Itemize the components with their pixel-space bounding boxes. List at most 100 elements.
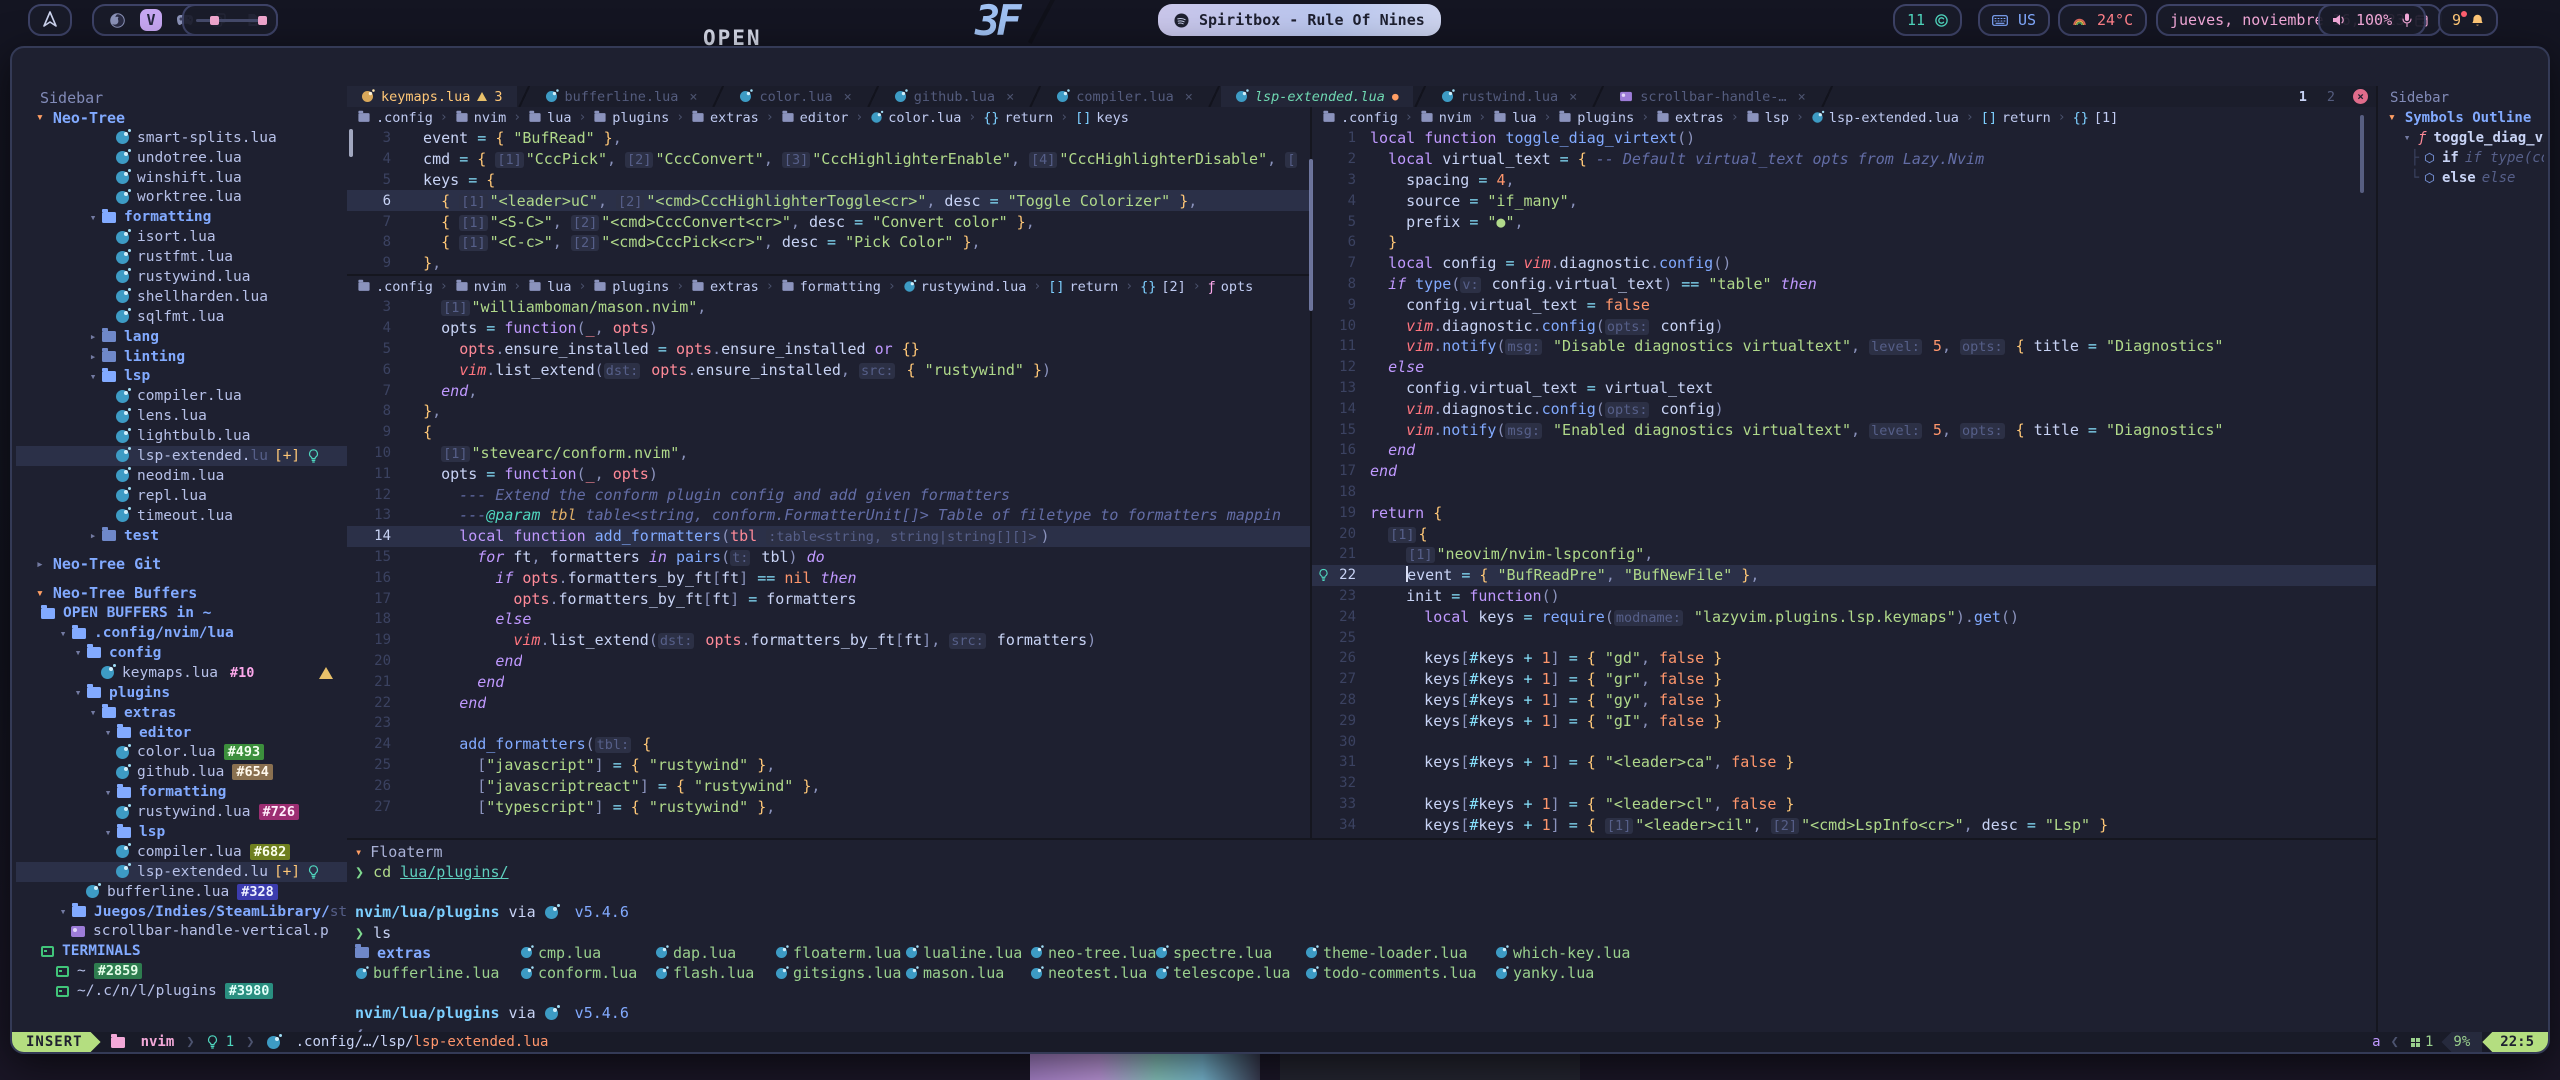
code-line[interactable]: 33 keys[#keys + 1] = { "<leader>cl", fal…: [1312, 794, 2376, 815]
tab-compiler-lua[interactable]: compiler.lua×: [1042, 86, 1207, 107]
breadcrumb-item[interactable]: editor: [781, 110, 849, 126]
code-line[interactable]: 9 config.virtual_text = false: [1312, 294, 2376, 315]
code-line[interactable]: 17 opts.formatters_by_ft[ft] = formatter…: [347, 588, 1310, 609]
breadcrumb-item[interactable]: []keys: [1075, 110, 1129, 126]
code-line[interactable]: 1local function toggle_diag_virtext(): [1312, 128, 2376, 149]
code-line[interactable]: 14 local function add_formatters(tbl :ta…: [347, 526, 1310, 547]
breadcrumb-item[interactable]: lua: [528, 110, 571, 126]
breadcrumb-item[interactable]: lsp-extended.lua: [1811, 110, 1959, 126]
code-line[interactable]: 11 opts = function(_, opts): [347, 463, 1310, 484]
tree-item[interactable]: smart-splits.lua: [16, 128, 347, 148]
symbol-item[interactable]: └elseelse: [2378, 168, 2544, 188]
breadcrumb-item[interactable]: .config: [1322, 110, 1398, 126]
code-line[interactable]: 28 keys[#keys + 1] = { "gy", false }: [1312, 690, 2376, 711]
breadcrumb-item[interactable]: rustywind.lua: [903, 279, 1027, 295]
code-line[interactable]: 23 init = function(): [1312, 586, 2376, 607]
code-line[interactable]: 5 opts.ensure_installed = opts.ensure_in…: [347, 339, 1310, 360]
tree-item[interactable]: ▸test: [16, 526, 347, 546]
code-line[interactable]: 12 --- Extend the conform plugin config …: [347, 484, 1310, 505]
code-line[interactable]: 27 ["typescript"] = { "rustywind" },: [347, 796, 1310, 817]
breadcrumb-item[interactable]: {}[1]: [2073, 110, 2119, 126]
code-line[interactable]: 15 for ft, formatters in pairs(t: tbl) d…: [347, 547, 1310, 568]
tab-close-icon[interactable]: ×: [844, 89, 852, 105]
tree-item[interactable]: rustywind.lua: [16, 267, 347, 287]
code-line[interactable]: 6 { [1]"<leader>uC", [2]"<cmd>CccHighlig…: [347, 190, 1310, 211]
code-line[interactable]: 7 { [1]"<S-C>", [2]"<cmd>CccConvert<cr>"…: [347, 211, 1310, 232]
slider-mark[interactable]: [258, 16, 267, 25]
code-line[interactable]: 16 if opts.formatters_by_ft[ft] == nil t…: [347, 567, 1310, 588]
tree-item[interactable]: ▸lang: [16, 327, 347, 347]
code-line[interactable]: 6 vim.list_extend(dst: opts.ensure_insta…: [347, 359, 1310, 380]
symbol-item[interactable]: ├ifif type(config.vi: [2378, 148, 2544, 168]
code-line[interactable]: 25: [1312, 627, 2376, 648]
music-widget[interactable]: Spiritbox - Rule Of Nines: [1158, 4, 1441, 36]
tree-item[interactable]: ▾formatting: [16, 782, 347, 802]
tree-item[interactable]: ▾.config/nvim/lua: [16, 623, 347, 643]
code-line[interactable]: 10 [1]"stevearc/conform.nvim",: [347, 443, 1310, 464]
tree-item[interactable]: lens.lua: [16, 406, 347, 426]
tab-github-lua[interactable]: github.lua×: [880, 86, 1028, 107]
tree-item[interactable]: sqlfmt.lua: [16, 307, 347, 327]
breadcrumb-item[interactable]: color.lua: [870, 110, 961, 126]
tree-item[interactable]: ▾Juegos/Indies/SteamLibrary/st: [16, 902, 347, 922]
code-line[interactable]: 2 local virtual_text = { -- Default virt…: [1312, 149, 2376, 170]
code-line[interactable]: 22 end: [347, 692, 1310, 713]
breadcrumb-item[interactable]: nvim: [1420, 110, 1472, 126]
code-line[interactable]: 5 keys = {: [347, 170, 1310, 191]
code-line[interactable]: 7 local config = vim.diagnostic.config(): [1312, 253, 2376, 274]
breadcrumb-item[interactable]: extras: [691, 279, 759, 295]
code-line[interactable]: 4 opts = function(_, opts): [347, 318, 1310, 339]
breadcrumb-item[interactable]: extras: [1656, 110, 1724, 126]
scrollbar-handle[interactable]: [349, 129, 353, 157]
breadcrumb-item[interactable]: plugins: [593, 279, 669, 295]
tab-keymaps-lua[interactable]: keymaps.lua3: [347, 86, 517, 107]
tab-scrollbar-handle-[interactable]: scrollbar-handle-…×: [1605, 86, 1819, 107]
tree-item[interactable]: github.lua#654: [16, 762, 347, 782]
tab-rustwind-lua[interactable]: rustwind.lua×: [1427, 86, 1592, 107]
tree-section-neo-tree-buffers[interactable]: ▾Neo-Tree Buffers: [16, 583, 347, 603]
breadcrumb-item[interactable]: ƒopts: [1208, 279, 1254, 295]
tab-bufferline-lua[interactable]: bufferline.lua×: [531, 86, 712, 107]
breadcrumb-item[interactable]: formatting: [781, 279, 881, 295]
code-line[interactable]: 24 add_formatters(tbl: {: [347, 734, 1310, 755]
weather-chip[interactable]: 24°C: [2058, 4, 2147, 36]
firefox-icon[interactable]: [106, 9, 128, 31]
breadcrumb-item[interactable]: lua: [528, 279, 571, 295]
floaterm-header[interactable]: ▾Floaterm: [355, 842, 2376, 862]
tree-item[interactable]: shellharden.lua: [16, 287, 347, 307]
code-line[interactable]: 4 source = "if_many",: [1312, 190, 2376, 211]
tab-close-icon[interactable]: ×: [1185, 89, 1193, 105]
tree-item[interactable]: TERMINALS: [16, 941, 347, 961]
tree-item[interactable]: worktree.lua: [16, 187, 347, 207]
breadcrumb-item[interactable]: .config: [357, 110, 433, 126]
tab-close-icon[interactable]: ×: [1798, 89, 1806, 105]
layout-chip[interactable]: US: [1978, 4, 2050, 36]
breadcrumb-item[interactable]: []return: [1048, 279, 1118, 295]
code-line[interactable]: 31 keys[#keys + 1] = { "<leader>ca", fal…: [1312, 752, 2376, 773]
tree-item[interactable]: ~/.c/n/l/plugins#3980: [16, 981, 347, 1001]
code-line[interactable]: 6 }: [1312, 232, 2376, 253]
code-line[interactable]: 18 else: [347, 609, 1310, 630]
code-line[interactable]: 3 event = { "BufRead" },: [347, 128, 1310, 149]
code-line[interactable]: 29 keys[#keys + 1] = { "gI", false }: [1312, 710, 2376, 731]
code-line[interactable]: 25 ["javascript"] = { "rustywind" },: [347, 755, 1310, 776]
tree-item[interactable]: compiler.lua: [16, 386, 347, 406]
breadcrumb-item[interactable]: lua: [1493, 110, 1536, 126]
symbols-outline-header[interactable]: ▾Symbols Outline: [2378, 108, 2544, 128]
breadcrumb-item[interactable]: plugins: [1558, 110, 1634, 126]
launcher-chip[interactable]: [28, 4, 72, 36]
code-line[interactable]: 27 keys[#keys + 1] = { "gr", false }: [1312, 669, 2376, 690]
code-line[interactable]: 8 { [1]"<C-c>", [2]"<cmd>CccPick<cr>", d…: [347, 232, 1310, 253]
tree-item[interactable]: compiler.lua#682: [16, 842, 347, 862]
slider-track[interactable]: [196, 19, 264, 22]
code-line[interactable]: 20 end: [347, 651, 1310, 672]
code-line[interactable]: 12 else: [1312, 357, 2376, 378]
code-line[interactable]: 8 },: [347, 401, 1310, 422]
notif-chip[interactable]: 9: [2438, 4, 2498, 36]
code-line[interactable]: 3 [1]"williamboman/mason.nvim",: [347, 297, 1310, 318]
code-line[interactable]: 21 end: [347, 671, 1310, 692]
code-line[interactable]: 23: [347, 713, 1310, 734]
code-line[interactable]: 9 },: [347, 253, 1310, 274]
tree-item[interactable]: rustywind.lua#726: [16, 802, 347, 822]
tree-item[interactable]: lsp-extended.lu[+]: [16, 446, 347, 466]
